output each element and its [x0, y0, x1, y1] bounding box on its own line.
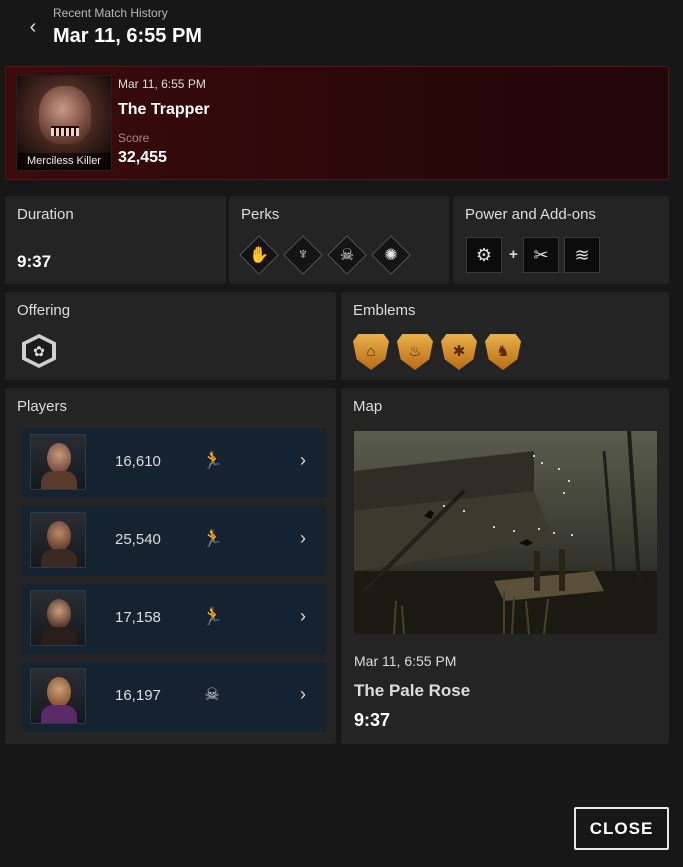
map-image [354, 431, 657, 634]
player-score: 25,540 [115, 531, 161, 548]
perks-card: Perks ✋ ♆ ☠ ✺ [229, 196, 449, 284]
header: ‹ Recent Match History Mar 11, 6:55 PM [0, 0, 683, 60]
players-card: Players 16,610 🏃 › 25,540 🏃 › 17,158 🏃 › [5, 388, 336, 744]
emblems-card: Emblems ⌂ ♨ ✱ ♞ [341, 292, 669, 380]
player-score: 16,197 [115, 687, 161, 704]
chevron-right-icon[interactable]: › [300, 528, 306, 549]
chevron-right-icon[interactable]: › [300, 684, 306, 705]
breadcrumb: Recent Match History [53, 6, 168, 20]
offering-icon[interactable]: ✿ [22, 334, 56, 368]
match-summary-banner: Merciless Killer Mar 11, 6:55 PM The Tra… [5, 66, 669, 180]
survivor-avatar [30, 434, 86, 490]
duration-value: 9:37 [17, 252, 52, 271]
map-name: The Pale Rose [354, 681, 471, 700]
back-chevron-icon[interactable]: ‹ [22, 16, 44, 38]
page-title: Mar 11, 6:55 PM [53, 25, 202, 47]
players-label: Players [17, 398, 68, 415]
power-addons-label: Power and Add-ons [465, 206, 596, 223]
duration-card: Duration 9:37 [5, 196, 226, 284]
portrait-caption: Merciless Killer [17, 153, 111, 170]
cloth-addon-icon[interactable]: ≋ [564, 237, 600, 273]
character-name: The Trapper [118, 101, 210, 118]
score-label: Score [118, 131, 150, 145]
bear-trap-icon[interactable]: ⚙ [466, 237, 502, 273]
chevron-right-icon[interactable]: › [300, 450, 306, 471]
pliers-addon-icon[interactable]: ✂ [523, 237, 559, 273]
power-addons-card: Power and Add-ons ⚙ + ✂ ≋ [453, 196, 669, 284]
survivor-avatar [30, 668, 86, 724]
killer-portrait: Merciless Killer [16, 75, 112, 171]
player-row[interactable]: 25,540 🏃 › [22, 506, 326, 576]
malicious-emblem-icon[interactable]: ✱ [441, 334, 477, 370]
summary-date: Mar 11, 6:55 PM [118, 77, 206, 91]
plus-sign: + [509, 246, 518, 263]
player-score: 16,610 [115, 453, 161, 470]
map-card: Map Mar 11, 6:55 PM The Pale Rose 9:37 [341, 388, 669, 744]
offering-label: Offering [17, 302, 71, 319]
perks-label: Perks [241, 206, 280, 223]
perk-2-icon[interactable]: ♆ [283, 235, 323, 275]
map-scene-icon [354, 431, 657, 634]
chevron-right-icon[interactable]: › [300, 606, 306, 627]
close-button[interactable]: CLOSE [574, 807, 669, 850]
map-date: Mar 11, 6:55 PM [354, 653, 457, 669]
perk-3-icon[interactable]: ☠ [327, 235, 367, 275]
perk-1-icon[interactable]: ✋ [239, 235, 279, 275]
player-row[interactable]: 17,158 🏃 › [22, 584, 326, 654]
offering-card: Offering ✿ [5, 292, 336, 380]
survivor-avatar [30, 512, 86, 568]
score-value: 32,455 [118, 149, 167, 166]
escaped-icon: 🏃 [202, 529, 224, 548]
chaser-emblem-icon[interactable]: ♞ [485, 334, 521, 370]
killed-skull-icon: ☠ [204, 685, 220, 704]
map-label: Map [353, 398, 383, 415]
duration-label: Duration [17, 206, 74, 223]
survivor-avatar [30, 590, 86, 646]
escaped-icon: 🏃 [202, 607, 224, 626]
devout-emblem-icon[interactable]: ♨ [397, 334, 433, 370]
player-row[interactable]: 16,610 🏃 › [22, 428, 326, 498]
player-row[interactable]: 16,197 ☠ › [22, 662, 326, 732]
escaped-icon: 🏃 [202, 451, 224, 470]
perk-4-icon[interactable]: ✺ [371, 235, 411, 275]
map-duration: 9:37 [354, 710, 391, 730]
gatekeeper-emblem-icon[interactable]: ⌂ [353, 334, 389, 370]
killer-mouth-icon [51, 126, 79, 136]
emblems-label: Emblems [353, 302, 416, 319]
player-score: 17,158 [115, 609, 161, 626]
